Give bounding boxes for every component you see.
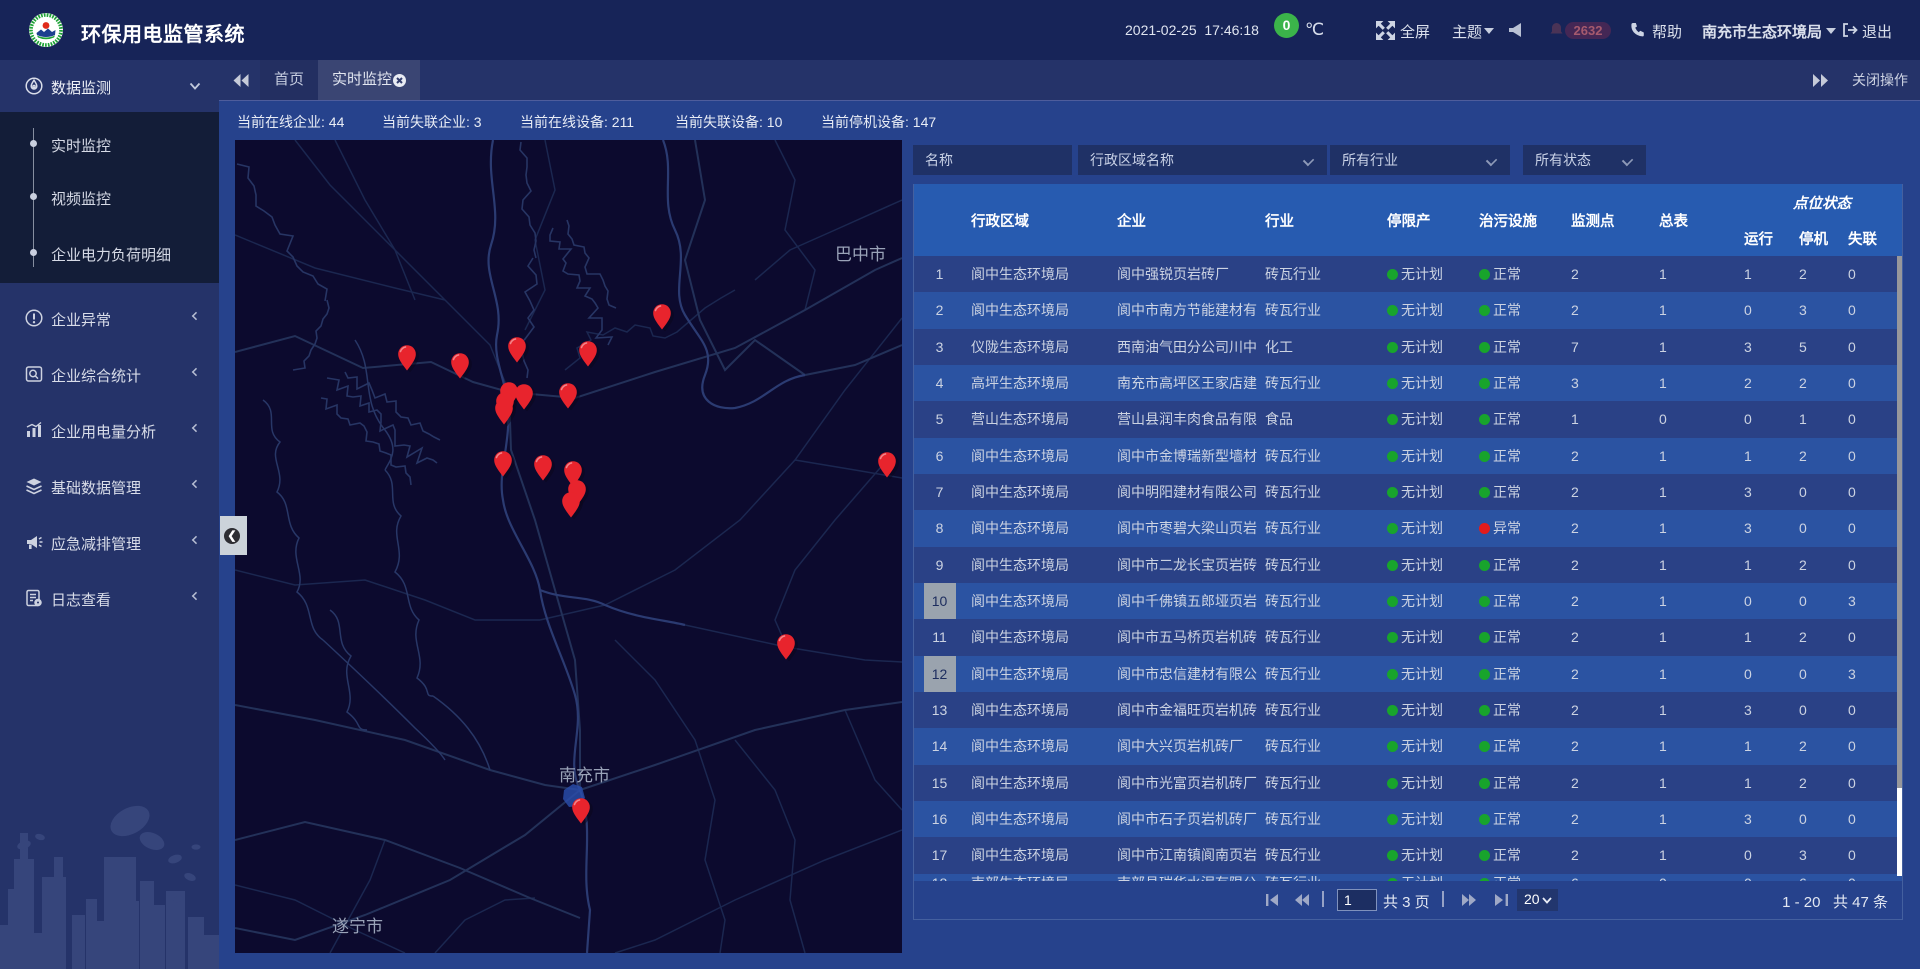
svg-text:遂宁市: 遂宁市: [332, 917, 383, 936]
svg-text:巴中市: 巴中市: [835, 245, 886, 264]
svg-text:南充市: 南充市: [559, 766, 610, 785]
